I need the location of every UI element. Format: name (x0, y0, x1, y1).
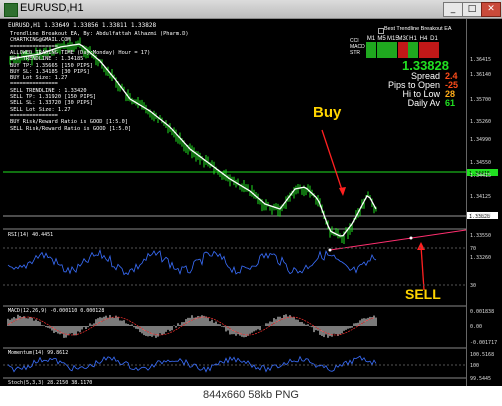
timeframe-d1: D1 (429, 36, 439, 58)
indicator-tick: 0.00 (470, 324, 483, 330)
price-tick: 1.35260 (470, 119, 492, 125)
buy-arrow (321, 129, 344, 194)
buy-annotation: Buy (313, 104, 342, 121)
indicator-tick: -0.001717 (470, 340, 498, 346)
info-line: BUY SL: 1.34185 [30 PIPS] (10, 68, 90, 75)
image-info: 844x660 58kb PNG (202, 389, 299, 401)
info-line: SELL Lot Size: 1.27 (10, 106, 71, 113)
timeframe-h1: H1 (408, 36, 418, 58)
info-line: BUY TRENDLINE : 1.34185 (10, 56, 84, 63)
trendline-point (328, 248, 332, 252)
info-line: SELL TP: 1.31920 [150 PIPS] (10, 94, 97, 100)
stat-label: Daily Av (407, 98, 440, 108)
timeframe-m30: M30 (397, 36, 409, 58)
info-line: =============== (10, 81, 58, 88)
stat-value: 61 (445, 98, 456, 108)
rsi-line (7, 248, 377, 276)
chart-window: EURUSD,H1 _ □ ✕ 1.34415 1.33828 EURUSD,H1… (0, 0, 502, 406)
indicator-tick: 0.001838 (470, 309, 495, 315)
info-line: BUY Lot Size: 1.27 (10, 75, 68, 82)
info-line: CHARTKING@GMAIL.COM (10, 37, 71, 44)
rsi-label: RSI(14) 40.4451 (8, 232, 54, 238)
sell-annotation: SELL (405, 286, 441, 302)
timeframe-m15: M15 (387, 36, 399, 58)
info-line: SELL TRENDLINE : 1.33420 (10, 87, 87, 94)
info-line: =============== (10, 112, 58, 119)
info-line: Trendline Breakout EA, By: Abdulfattah A… (10, 31, 189, 37)
info-line: SELL Risk/Reward Ratio is GOOD [1:5.0] (10, 125, 132, 132)
price-tick: 1.36140 (470, 72, 492, 78)
info-line: =============== (10, 43, 58, 50)
info-line: SELL SL: 1.33720 [30 PIPS] (10, 100, 93, 107)
macd-label: MACD(12,26,9) -0.000110 0.000128 (8, 308, 105, 314)
row-label-str: STR (350, 50, 360, 56)
price-tick: 1.34125 (470, 194, 492, 200)
buy-arrowhead (339, 187, 346, 196)
indicator-tick: 100 (470, 363, 480, 369)
price-tick: 1.36415 (470, 57, 492, 63)
indicator-tick: 30 (470, 283, 477, 289)
image-statusbar: 844x660 58kb PNG (0, 386, 502, 406)
timeframe-m5: M5 (376, 36, 387, 58)
sell-arrow (420, 245, 425, 291)
indicator-tick: 99.5445 (470, 376, 492, 382)
price-tick: 1.34415 (470, 173, 492, 179)
price-tick: 1.33550 (470, 233, 492, 239)
chart-header: EURUSD,H1 1.33649 1.33856 1.33811 1.3382… (8, 22, 157, 29)
price-tick: 1.33260 (470, 255, 492, 261)
price-tick: 1.35700 (470, 97, 492, 103)
timeframe-m1: M1 (366, 36, 376, 58)
price-tick: 1.34550 (470, 160, 492, 166)
info-line: BUY Risk/Reward Ratio is GOOD [1:5.0] (10, 119, 128, 126)
ea-title: Best Trendline Breakout EA (384, 26, 452, 32)
price-tick: 1.33828 (470, 213, 492, 219)
momentum-line (7, 355, 377, 373)
trendline-point (409, 236, 413, 240)
sell-arrowhead (417, 242, 425, 250)
price-tick: 1.34990 (470, 137, 492, 143)
info-line: ALLOWED TRADING TIME (Day:Monday) Hour =… (10, 49, 151, 56)
indicator-tick: 100.5168 (470, 352, 495, 358)
momentum-label: Momentum(14) 99.8612 (8, 350, 69, 356)
indicator-tick: 70 (470, 246, 477, 252)
timeframe-h4: H4 (418, 36, 429, 58)
info-line: BUY TP: 1.35665 [150 PIPS] (10, 62, 93, 69)
macd-signal (7, 316, 375, 336)
